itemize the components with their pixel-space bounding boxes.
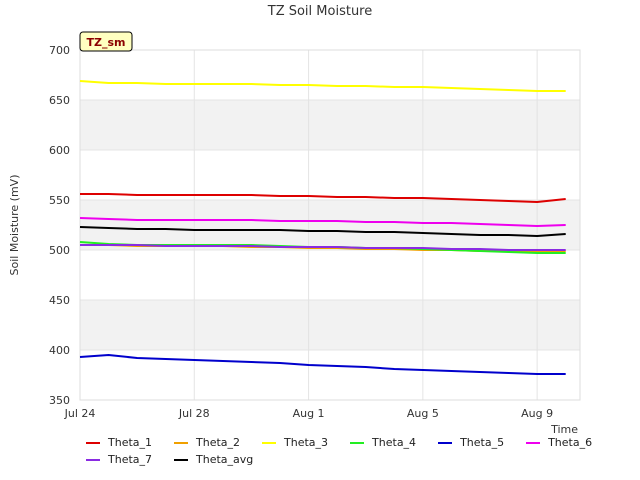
legend-label: Theta_7	[108, 453, 153, 466]
legend-row: Theta_1 Theta_2 Theta_3 Theta_4 Theta_5 Theta…	[86, 434, 626, 451]
legend-label: Theta_4	[372, 436, 417, 449]
legend-swatch	[174, 441, 189, 444]
chart-canvas: 350 400 450 500 550 600 650 700 Jul 24 Jul 28 Aug…	[8, 4, 581, 436]
legend-label: Theta_avg	[196, 453, 254, 466]
legend-swatch	[262, 441, 277, 444]
background-band	[80, 350, 580, 400]
legend-label: Theta_3	[284, 436, 329, 449]
background-band	[80, 300, 580, 350]
y-tick-label: 600	[49, 144, 70, 157]
legend-label: Theta_6	[548, 436, 593, 449]
legend-item: Theta_7	[86, 453, 152, 466]
y-tick-label: 700	[49, 44, 70, 57]
legend: Theta_1 Theta_2 Theta_3 Theta_4 Theta_5 Theta…	[86, 434, 626, 468]
legend-swatch	[350, 441, 365, 444]
legend-swatch	[526, 441, 541, 444]
legend-item: Theta_3	[262, 436, 328, 449]
chart-title: TZ Soil Moisture	[267, 4, 373, 19]
x-tick-label: Jul 24	[64, 407, 96, 420]
legend-label: Theta_5	[460, 436, 505, 449]
y-tick-label: 400	[49, 344, 70, 357]
legend-swatch	[438, 441, 453, 444]
legend-item: Theta_2	[174, 436, 240, 449]
legend-item: Theta_5	[438, 436, 504, 449]
x-tick-label: Aug 1	[293, 407, 325, 420]
chart-badge: TZ_sm	[79, 31, 133, 52]
legend-item: Theta_4	[350, 436, 416, 449]
y-tick-label: 450	[49, 294, 70, 307]
x-tick-label: Aug 9	[521, 407, 553, 420]
x-tick-label: Aug 5	[407, 407, 439, 420]
legend-item: Theta_1	[86, 436, 152, 449]
y-tick-label: 550	[49, 194, 70, 207]
background-band	[80, 150, 580, 200]
legend-item: Theta_avg	[174, 453, 253, 466]
legend-item: Theta_6	[526, 436, 592, 449]
x-tick-label: Jul 28	[178, 407, 210, 420]
legend-label: Theta_2	[196, 436, 241, 449]
background-band	[80, 250, 580, 300]
legend-swatch	[174, 458, 189, 461]
y-axis-label: Soil Moisture (mV)	[8, 175, 21, 276]
y-axis-ticks: 350 400 450 500 550 600 650 700	[49, 44, 70, 407]
x-axis-ticks: Jul 24 Jul 28 Aug 1 Aug 5 Aug 9	[64, 407, 554, 420]
legend-label: Theta_1	[108, 436, 153, 449]
y-tick-label: 650	[49, 94, 70, 107]
background-band	[80, 100, 580, 150]
legend-row: Theta_7 Theta_avg	[86, 451, 626, 468]
legend-swatch	[86, 441, 100, 444]
y-tick-label: 350	[49, 394, 70, 407]
background-band	[80, 50, 580, 100]
y-tick-label: 500	[49, 244, 70, 257]
badge-label: TZ_sm	[87, 36, 126, 49]
legend-swatch	[86, 458, 100, 461]
